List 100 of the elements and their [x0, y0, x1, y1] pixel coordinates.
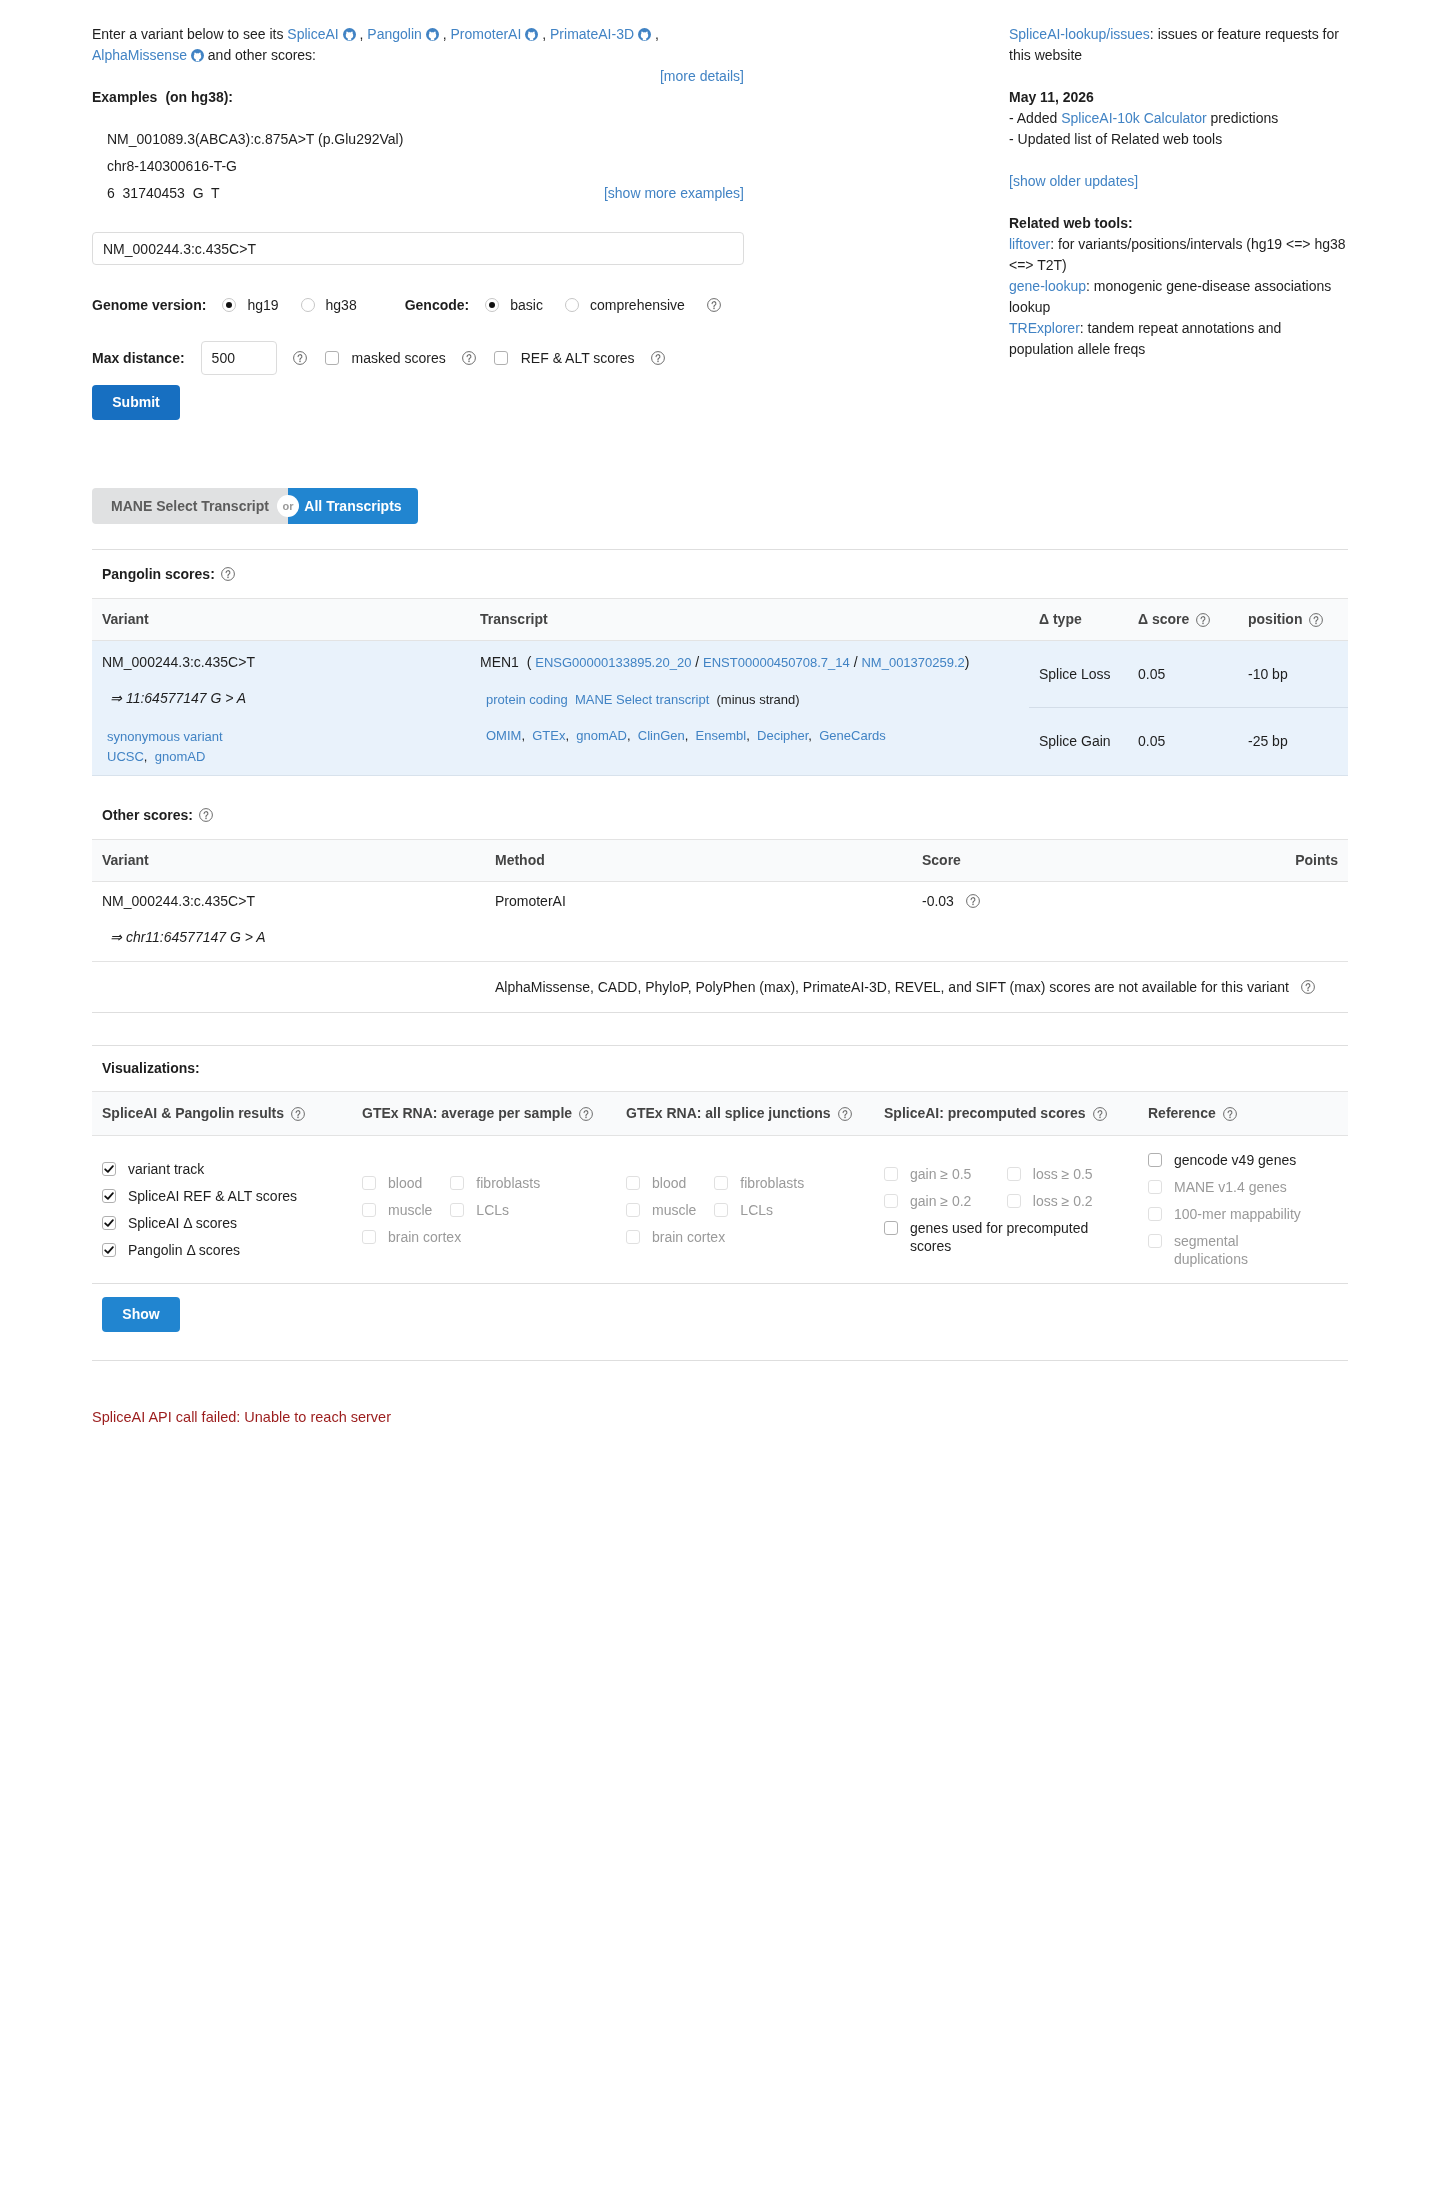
tag-link[interactable]: protein coding: [486, 692, 568, 707]
checkbox-label[interactable]: SpliceAI Δ scores: [128, 1214, 237, 1232]
checkbox-label[interactable]: genes used for precomputed scores: [910, 1218, 1110, 1255]
column-header: SpliceAI: precomputed scores: [884, 1104, 1086, 1123]
delta-score: 0.05: [1138, 664, 1166, 684]
help-icon[interactable]: [461, 351, 476, 365]
checkbox[interactable]: [102, 1189, 116, 1203]
resource-link[interactable]: Decipher: [757, 728, 809, 743]
checkbox[interactable]: [1148, 1153, 1162, 1167]
variant-name: NM_000244.3:c.435C>T: [102, 653, 256, 672]
more-examples-link[interactable]: [show more examples]: [603, 183, 744, 204]
cat-icon[interactable]: [638, 28, 652, 41]
help-icon[interactable]: [291, 1106, 306, 1121]
radio-label[interactable]: hg38: [325, 294, 357, 316]
cat-icon[interactable]: [525, 28, 539, 41]
help-icon[interactable]: [1300, 980, 1315, 994]
tool-link[interactable]: AlphaMissense: [92, 47, 187, 63]
tool-link[interactable]: SpliceAI: [287, 26, 339, 42]
help-icon[interactable]: [579, 1106, 594, 1121]
update-link[interactable]: SpliceAI-10k Calculator: [1061, 110, 1207, 126]
checkbox-label[interactable]: Pangolin Δ scores: [128, 1241, 241, 1259]
cat-icon[interactable]: [190, 49, 204, 62]
transcript-id-link[interactable]: ENSG00000133895.20_20: [535, 655, 692, 670]
resource-link[interactable]: gnomAD: [154, 749, 206, 764]
variant-links: UCSC, gnomAD: [106, 748, 207, 766]
checkbox-label: LCLs: [476, 1200, 510, 1219]
transcript-id-link[interactable]: NM_001370259.2: [861, 655, 965, 670]
consequence-link[interactable]: synonymous variant: [107, 729, 223, 744]
checkbox-label[interactable]: gencode v49 genes: [1174, 1151, 1297, 1169]
help-icon[interactable]: [965, 894, 980, 908]
splice-type: Splice Loss: [1039, 664, 1111, 684]
tag-link[interactable]: MANE Select transcript: [574, 692, 710, 707]
field-label: Max distance:: [92, 348, 185, 368]
help-icon[interactable]: [837, 1106, 852, 1121]
radio-label[interactable]: basic: [510, 294, 543, 316]
tool-link[interactable]: Pangolin: [367, 26, 422, 42]
checkbox-label: LCLs: [740, 1200, 774, 1219]
radio-label[interactable]: hg19: [247, 294, 279, 316]
help-icon[interactable]: [199, 808, 214, 822]
help-icon[interactable]: [1222, 1106, 1237, 1121]
checkbox[interactable]: [493, 351, 508, 365]
help-icon[interactable]: [220, 567, 235, 581]
column-header: Transcript: [480, 610, 548, 629]
example-variant[interactable]: NM_001089.3(ABCA3):c.875A>T (p.Glu292Val): [107, 129, 404, 150]
checkbox-label: segmental duplications: [1174, 1232, 1249, 1268]
position-offset: -25 bp: [1248, 732, 1288, 751]
checkbox-label[interactable]: variant track: [128, 1160, 205, 1178]
show-button[interactable]: Show: [102, 1297, 180, 1332]
transcript-id-link[interactable]: ENST00000450708.7_14: [703, 655, 850, 670]
tool-link[interactable]: TRExplorer: [1009, 320, 1080, 336]
radio-button[interactable]: [222, 298, 237, 312]
field-label: Genome version:: [92, 295, 207, 315]
cat-icon[interactable]: [342, 28, 356, 41]
radio-button[interactable]: [485, 298, 500, 312]
help-icon[interactable]: [1196, 612, 1211, 627]
help-icon[interactable]: [1092, 1106, 1107, 1121]
checkbox[interactable]: [102, 1243, 116, 1257]
radio-button[interactable]: [300, 298, 315, 312]
checkbox[interactable]: [102, 1162, 116, 1176]
checkbox-label: gain ≥ 0.5: [910, 1164, 972, 1183]
older-updates-link[interactable]: [show older updates]: [1009, 173, 1139, 189]
checkbox-label: brain cortex: [652, 1227, 726, 1246]
column-header: Variant: [102, 610, 149, 629]
checkbox-label: fibroblasts: [476, 1173, 541, 1192]
related-tools-title: Related web tools:: [1009, 214, 1134, 233]
checkbox-label: loss ≥ 0.5: [1032, 1164, 1093, 1183]
help-icon[interactable]: [1309, 612, 1324, 627]
resource-link[interactable]: GeneCards: [819, 728, 886, 743]
checkbox-label[interactable]: masked scores: [351, 347, 446, 369]
submit-button[interactable]: Submit: [92, 385, 180, 420]
cat-icon[interactable]: [425, 28, 439, 41]
resource-link[interactable]: gnomAD: [576, 728, 627, 743]
radio-button[interactable]: [564, 298, 579, 312]
resource-link[interactable]: ClinGen: [637, 728, 685, 743]
field-label: Gencode:: [404, 295, 470, 315]
checkbox-label[interactable]: REF & ALT scores: [520, 347, 635, 369]
tool-link[interactable]: PromoterAI: [450, 26, 522, 42]
help-icon[interactable]: [706, 298, 721, 312]
help-icon[interactable]: [650, 351, 665, 365]
position-offset: -10 bp: [1248, 664, 1288, 684]
checkbox-label: blood: [388, 1173, 423, 1192]
example-variant[interactable]: 6 31740453 G T: [107, 183, 220, 204]
issues-note: SpliceAI-lookup/issues: issues or feature requests for this website: [1009, 25, 1340, 65]
examples-title: Examples: [92, 89, 158, 105]
variant-input[interactable]: NM_000244.3:c.435C>T: [92, 232, 744, 265]
column-header: Method: [495, 851, 545, 870]
resource-link[interactable]: UCSC: [107, 749, 144, 764]
max-distance-input[interactable]: 500: [200, 341, 277, 375]
more-details-link[interactable]: [more details]: [659, 68, 744, 84]
checkbox[interactable]: [324, 351, 339, 365]
example-variant[interactable]: chr8-140300616-T-G: [107, 156, 237, 177]
checkbox-label[interactable]: SpliceAI REF & ALT scores: [128, 1187, 298, 1205]
issues-link[interactable]: SpliceAI-lookup/issues: [1009, 26, 1150, 42]
tool-link[interactable]: PrimateAI-3D: [550, 26, 635, 42]
column-header: Reference: [1148, 1104, 1216, 1123]
checkbox[interactable]: [884, 1220, 898, 1235]
checkbox-label: 100-mer mappability: [1174, 1205, 1301, 1223]
radio-label[interactable]: comprehensive: [589, 294, 685, 316]
checkbox[interactable]: [102, 1216, 116, 1230]
help-icon[interactable]: [292, 351, 307, 365]
